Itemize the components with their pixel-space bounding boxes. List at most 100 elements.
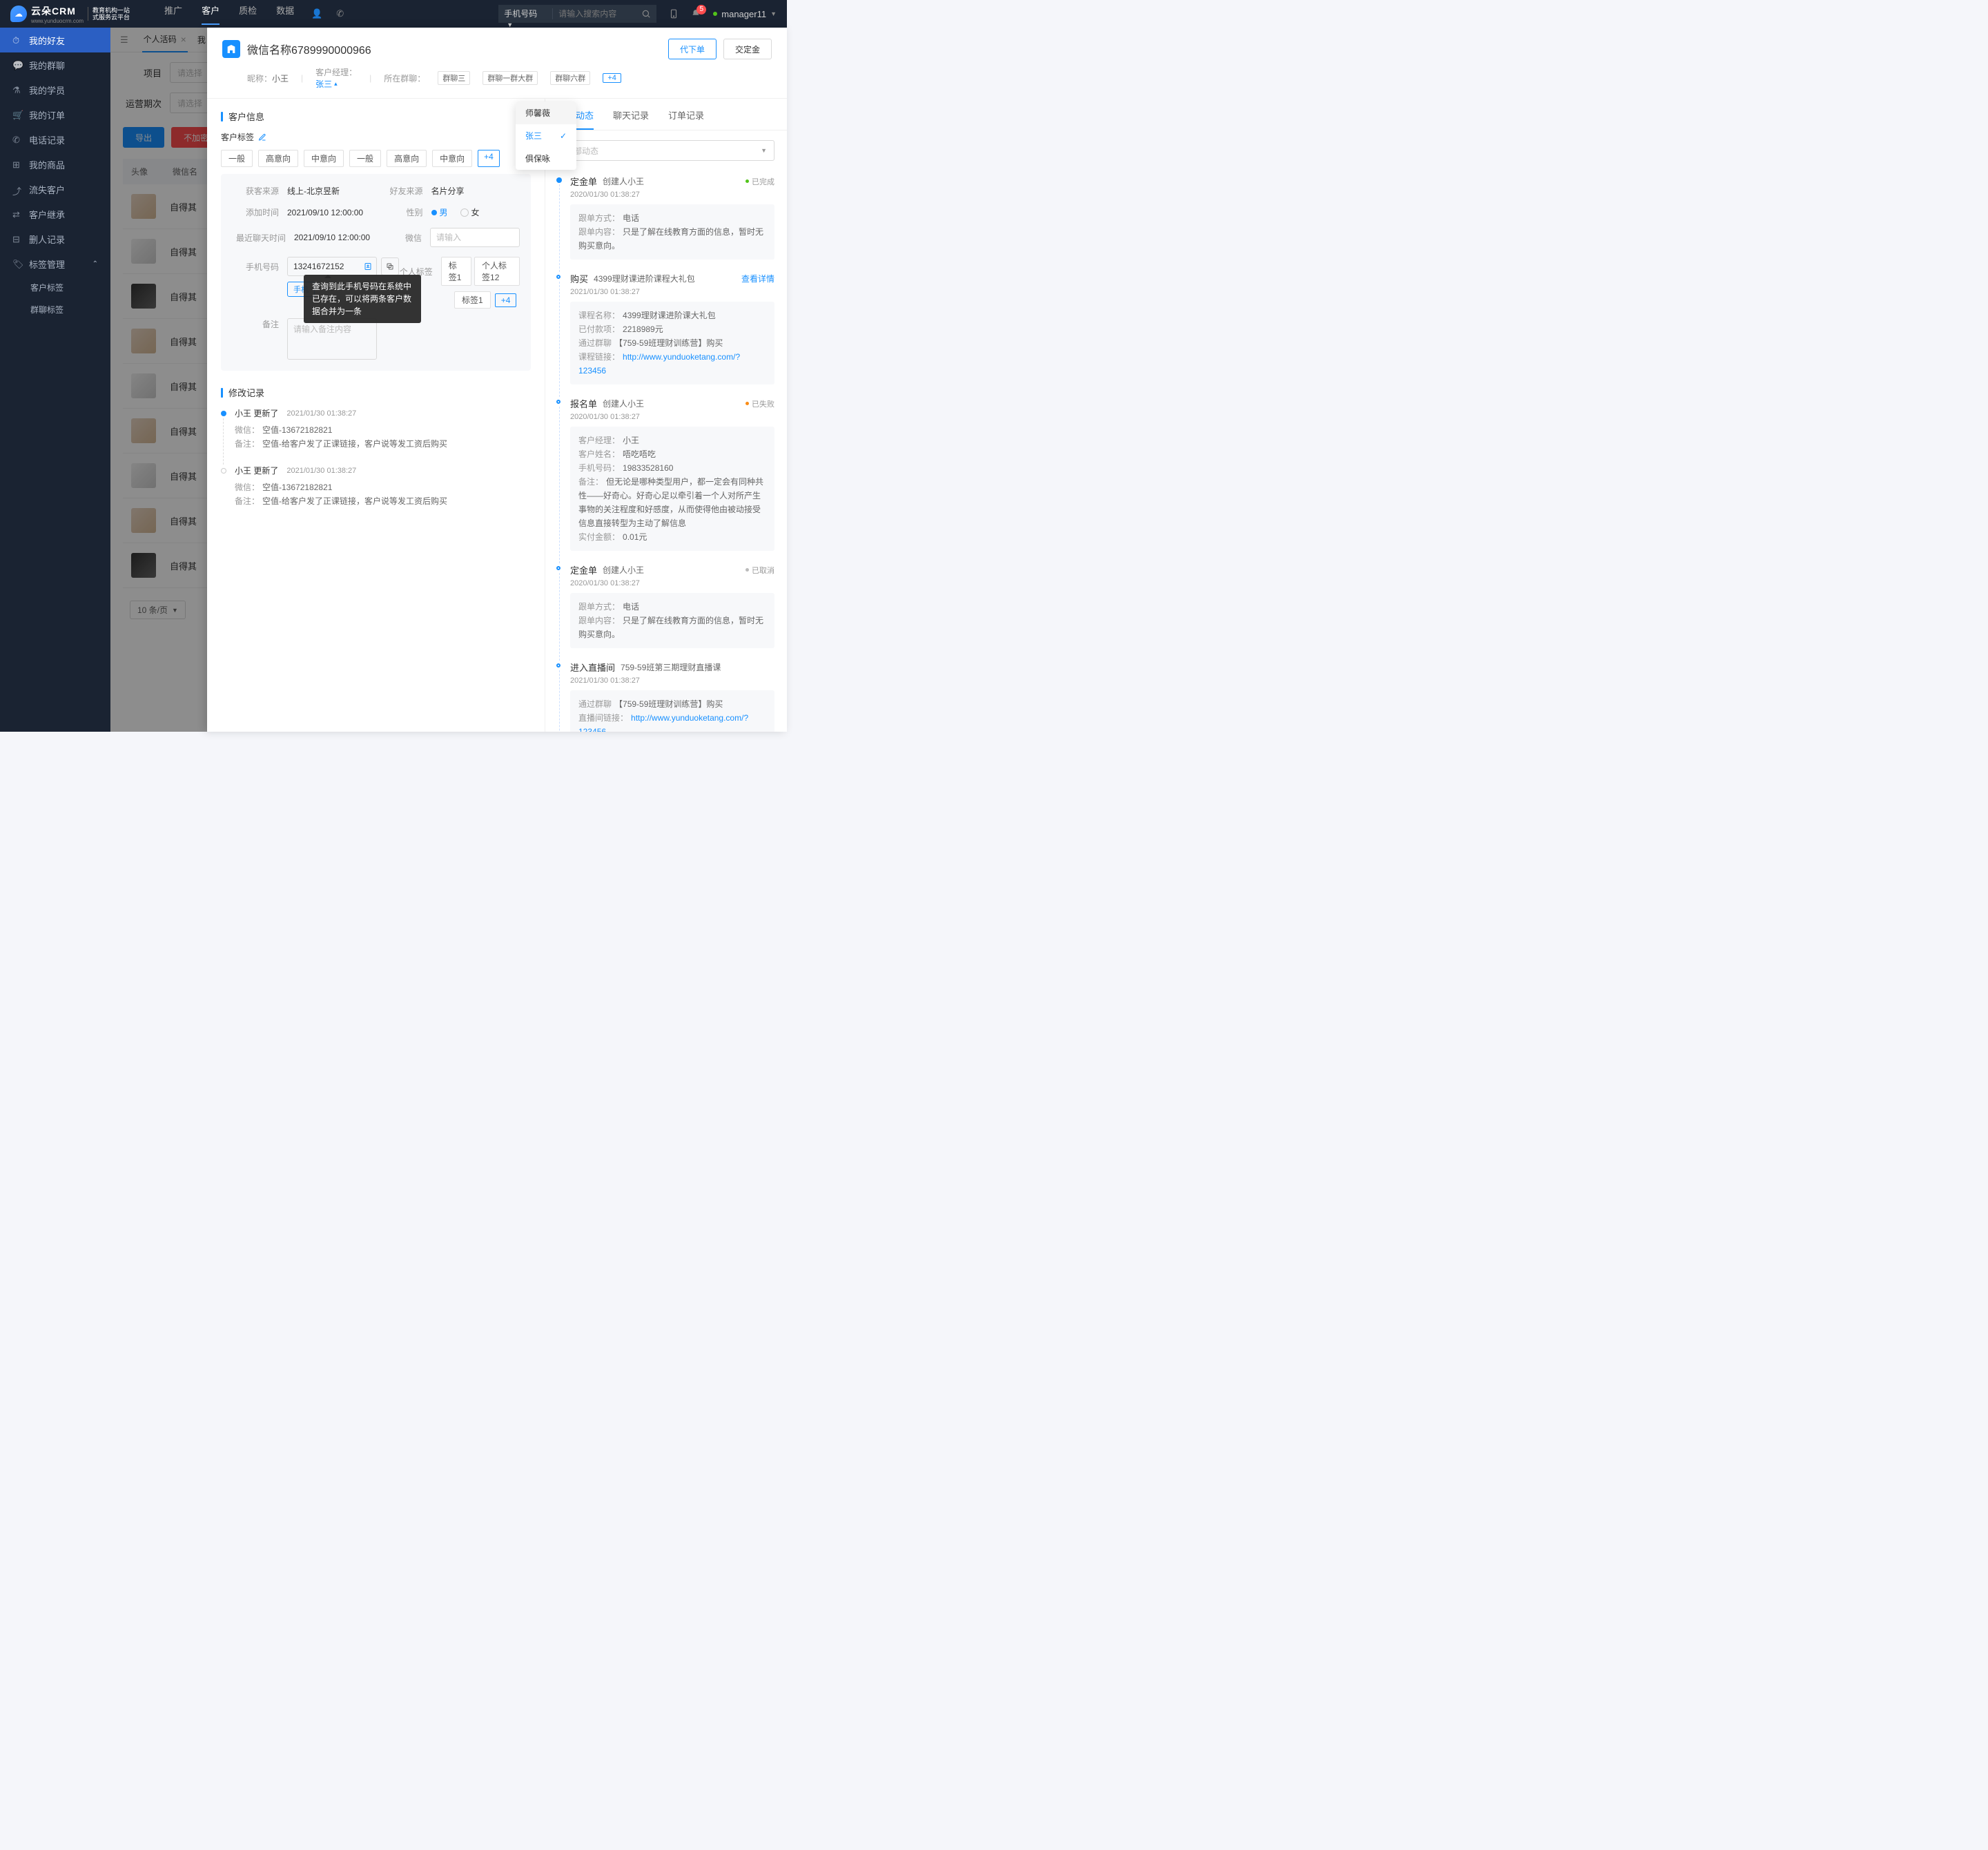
contacts-icon[interactable] [364,262,372,271]
timeline-dot-icon [556,177,562,183]
logo-url: www.yunduocrm.com [31,18,84,24]
sidebar-item[interactable]: ⏱ 我的好友 [0,28,110,52]
sidebar-item-label: 删人记录 [29,233,65,246]
filter-icon: ⚗ [12,85,22,95]
cart-icon: 🛒 [12,110,22,119]
group-chip[interactable]: 群聊六群 [550,71,590,85]
timeline-item: 购买4399理财课进阶课程大礼包查看详情2021/01/30 01:38:27课… [558,272,774,384]
personal-tag[interactable]: 个人标签12 [474,257,520,286]
status-badge: 已取消 [746,565,774,576]
group-chip[interactable]: 群聊三 [438,71,470,85]
bell-icon[interactable]: 5 [691,9,701,19]
manager-dropdown-trigger[interactable]: 客户经理：张三▴ [315,66,357,90]
timeline-item: 定金单创建人小王已取消2020/01/30 01:38:27跟单方式：电话跟单内… [558,563,774,648]
logo-subtitle: 教育机构一站式服务云平台 [88,7,130,21]
search-box: 手机号码 ▼ [498,5,656,23]
timeline-dot-icon [556,663,561,668]
proxy-order-button[interactable]: 代下单 [668,39,717,59]
status-badge: 已失败 [746,398,774,409]
timeline[interactable]: 定金单创建人小王已完成2020/01/30 01:38:27跟单方式：电话跟单内… [545,171,787,732]
customer-tag[interactable]: 中意向 [432,150,472,167]
sidebar-item[interactable]: ✆ 电话记录 [0,127,110,152]
group-more[interactable]: +4 [603,73,621,83]
search-button[interactable] [636,5,656,23]
tab-chatlog[interactable]: 聊天记录 [613,108,649,130]
gender-female-radio[interactable]: 女 [460,206,480,218]
personal-tag[interactable]: 标签1 [441,257,471,286]
sidebar-item[interactable]: 💬我的群聊 [0,52,110,77]
sidebar-subitem[interactable]: 群聊标签 [0,298,110,320]
search-input[interactable] [553,5,636,23]
sidebar-item-label: 我的商品 [29,158,65,171]
sidebar-item-label: 我的群聊 [29,59,65,72]
chevron-up-icon: ⌃ [92,260,98,268]
sidebar-item[interactable]: ⤴流失客户 [0,177,110,202]
deposit-button[interactable]: 交定金 [723,39,772,59]
building-icon [222,40,240,58]
sidebar-item[interactable]: ⇄客户继承 [0,202,110,226]
dynamics-filter-select[interactable]: 全部动态▼ [558,140,774,161]
chevron-down-icon: ▼ [770,10,777,17]
timeline-dot-icon [221,468,226,474]
sidebar-item-label: 标签管理 [29,257,65,271]
group-chip[interactable]: 群聊一群大群 [483,71,538,85]
topbar: ☁ 云朵CRM www.yunduocrm.com 教育机构一站式服务云平台 推… [0,0,787,28]
timeline-item: 报名单创建人小王已失败2020/01/30 01:38:27客户经理：小王客户姓… [558,397,774,551]
tags-label: 客户标签 [221,131,254,143]
dd-option[interactable]: 张三✓ [516,124,576,147]
remark-textarea[interactable]: 请输入备注内容 [287,318,377,360]
personal-tag[interactable]: 标签1 [454,291,491,309]
right-panel: 客户动态 聊天记录 订单记录 全部动态▼ 定金单创建人小王已完成2020/01/… [545,99,787,732]
copy-button[interactable] [381,257,399,275]
lost-icon: ⤴ [12,184,22,194]
edit-tags-button[interactable] [258,133,266,142]
clock-icon: ⏱ [12,35,22,45]
phone-input[interactable]: 13241672152 [287,257,377,276]
sidebar-item-label: 电话记录 [29,133,65,146]
check-icon: ✓ [560,131,567,141]
user-menu[interactable]: manager11 ▼ [713,9,777,19]
customer-drawer: 微信名称6789990000966 代下单 交定金 昵称：小王 | 客户经理：张… [207,28,787,732]
history-item: 小王 更新了2021/01/30 01:38:27微信：空值-136721828… [221,407,531,451]
sidebar-item[interactable]: 🏷 标签管理 ⌃ [0,251,110,276]
phone-icon: ✆ [12,135,22,144]
person-icon[interactable]: 👤 [311,8,322,19]
nav-qc[interactable]: 质检 [239,3,257,25]
sidebar-item-label: 我的好友 [29,34,65,47]
tag-more[interactable]: +4 [478,150,500,167]
sidebar-item-label: 我的学员 [29,84,65,97]
customer-tag[interactable]: 一般 [349,150,381,167]
timeline-dot-icon [556,400,561,404]
left-panel: 客户信息 客户标签 一般高意向中意向一般高意向中意向+4 获客来源线上-北京昱新… [207,99,545,732]
tab-orders[interactable]: 订单记录 [668,108,704,130]
timeline-dot-icon [221,411,226,416]
sidebar-item[interactable]: ⚗ 我的学员 [0,77,110,102]
sidebar-subitem[interactable]: 客户标签 [0,276,110,298]
delete-icon: ⊟ [12,234,22,244]
nav-data[interactable]: 数据 [276,3,294,25]
timeline-dot-icon [556,566,561,570]
status-badge: 已完成 [746,176,774,187]
customer-tag[interactable]: 中意向 [304,150,344,167]
view-detail-link[interactable]: 查看详情 [741,273,774,284]
tag-icon: 🏷 [12,259,22,269]
customer-tag[interactable]: 高意向 [387,150,427,167]
gender-male-radio[interactable]: 男 [431,206,448,218]
status-dot-icon [713,12,717,16]
search-type-select[interactable]: 手机号码 ▼ [498,5,552,23]
customer-tag[interactable]: 一般 [221,150,253,167]
dd-option[interactable]: 师馨薇 [516,101,576,124]
sidebar-item[interactable]: ⊟ 删人记录 [0,226,110,251]
personal-tag-more[interactable]: +4 [495,293,517,307]
nav-promo[interactable]: 推广 [164,3,182,25]
nav-customer[interactable]: 客户 [202,3,220,25]
wechat-input[interactable] [430,228,520,247]
dd-option[interactable]: 俱保咏 [516,147,576,170]
logo[interactable]: ☁ 云朵CRM www.yunduocrm.com 教育机构一站式服务云平台 [10,6,130,21]
customer-tag[interactable]: 高意向 [258,150,298,167]
phone-icon[interactable]: ✆ [336,8,344,19]
sidebar-item[interactable]: ⊞我的商品 [0,152,110,177]
drawer-title: 微信名称6789990000966 [247,41,371,57]
sidebar-item[interactable]: 🛒我的订单 [0,102,110,127]
mobile-icon[interactable] [669,9,679,19]
